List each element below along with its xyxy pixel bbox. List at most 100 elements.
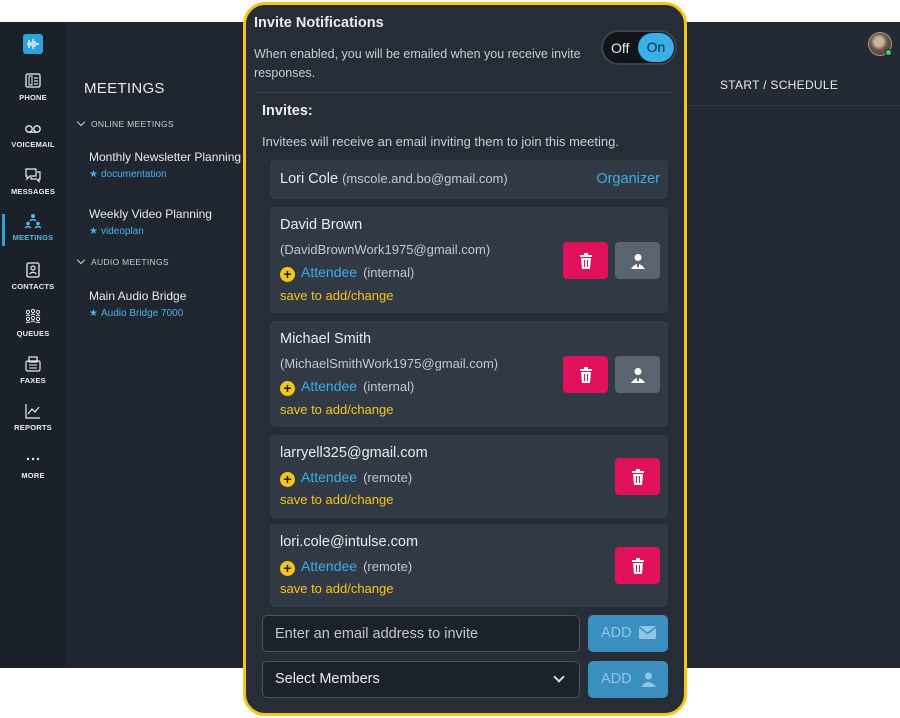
user-icon — [630, 253, 645, 269]
popup-title: Invite Notifications — [254, 15, 384, 31]
invitee-card: lori.cole@intulse.com + Attendee (remote) … — [270, 524, 668, 607]
meeting-item[interactable]: Weekly Video Planning ★ videoplan — [89, 207, 212, 237]
invitee-card: larryell325@gmail.com + Attendee (remote) … — [270, 435, 668, 518]
organizer-name: Lori Cole (mscole.and.bo@gmail.com) — [280, 171, 508, 187]
save-hint: save to add/change — [280, 492, 394, 507]
add-email-button[interactable]: ADD — [588, 615, 668, 652]
invites-subtitle: Invitees will receive an email inviting … — [262, 134, 619, 149]
invitee-email: (MichaelSmithWork1975@gmail.com) — [280, 356, 499, 371]
meeting-name: Weekly Video Planning — [89, 207, 212, 221]
contacts-icon — [26, 262, 40, 278]
nav-phone[interactable]: PHONE — [0, 72, 66, 116]
nav-label: PHONE — [19, 93, 47, 102]
add-member-button[interactable]: ADD — [588, 661, 668, 698]
nav-label: FAXES — [20, 376, 46, 385]
select-members-dropdown[interactable]: Select Members — [262, 661, 580, 698]
group-label: AUDIO MEETINGS — [91, 257, 169, 267]
organizer-role: Organizer — [596, 171, 660, 187]
invitee-user-button[interactable] — [615, 356, 660, 393]
star-icon: ★ — [89, 308, 98, 319]
meeting-tag-label: Audio Bridge 7000 — [100, 308, 184, 319]
online-status-dot — [885, 49, 892, 56]
phone-icon — [25, 73, 41, 88]
envelope-icon — [639, 626, 656, 639]
nav-queues[interactable]: QUEUES — [0, 308, 66, 352]
nav-label: MORE — [21, 471, 45, 480]
nav-meetings[interactable]: MEETINGS — [0, 212, 66, 256]
nav-voicemail[interactable]: VOICEMAIL — [0, 119, 66, 163]
meetings-icon — [24, 214, 42, 229]
delete-invitee-button[interactable] — [615, 547, 660, 584]
email-invite-field[interactable] — [262, 615, 580, 652]
role-type: (internal) — [363, 265, 415, 280]
nav-label: MEETINGS — [12, 233, 54, 242]
chevron-down-icon — [76, 117, 86, 127]
invitee-role[interactable]: + Attendee (internal) — [280, 264, 414, 282]
invitee-card: David Brown (DavidBrownWork1975@gmail.co… — [270, 207, 668, 313]
start-schedule-tab[interactable]: START / SCHEDULE — [720, 78, 838, 92]
user-icon — [641, 672, 656, 687]
popup-description: When enabled, you will be emailed when y… — [254, 47, 581, 80]
invitee-name: Michael Smith — [280, 331, 372, 347]
meeting-tag: ★ videoplan — [89, 226, 212, 237]
nav-reports[interactable]: REPORTS — [0, 402, 66, 446]
fax-icon — [25, 356, 41, 372]
nav-faxes[interactable]: FAXES — [0, 355, 66, 399]
meeting-tag-label: videoplan — [100, 226, 144, 237]
nav-label: MESSAGES — [10, 187, 56, 196]
nav-contacts[interactable]: CONTACTS — [0, 261, 66, 305]
avatar[interactable] — [868, 32, 892, 56]
invite-notifications-toggle[interactable]: Off On — [601, 30, 677, 65]
meeting-item[interactable]: Main Audio Bridge ★ Audio Bridge 7000 — [89, 289, 186, 319]
organizer-email: (mscole.and.bo@gmail.com) — [342, 171, 508, 186]
invitee-user-button[interactable] — [615, 242, 660, 279]
nav-label: CONTACTS — [11, 282, 55, 291]
role-type: (internal) — [363, 379, 415, 394]
star-icon: ★ — [89, 226, 98, 237]
invitee-role[interactable]: + Attendee (internal) — [280, 378, 414, 396]
divider — [254, 92, 674, 93]
trash-icon — [579, 252, 592, 269]
role-name: Attendee — [301, 378, 358, 394]
meetings-title: MEETINGS — [84, 80, 165, 97]
voicemail-icon — [25, 125, 41, 133]
role-type: (remote) — [363, 559, 413, 574]
email-invite-input[interactable] — [263, 616, 579, 651]
trash-icon — [631, 557, 644, 574]
online-meetings-group[interactable]: ONLINE MEETINGS — [76, 117, 174, 129]
invitee-name: larryell325@gmail.com — [280, 445, 428, 461]
role-name: Attendee — [301, 264, 358, 280]
queues-icon — [25, 308, 41, 324]
audio-meetings-group[interactable]: AUDIO MEETINGS — [76, 255, 169, 267]
delete-invitee-button[interactable] — [563, 242, 608, 279]
invitee-email: (DavidBrownWork1975@gmail.com) — [280, 242, 491, 257]
nav-messages[interactable]: MESSAGES — [0, 166, 66, 210]
invitee-role[interactable]: + Attendee (remote) — [280, 558, 412, 576]
meeting-item[interactable]: Monthly Newsletter Planning ★ documentati… — [89, 150, 241, 180]
plus-icon: + — [280, 381, 295, 396]
add-label: ADD — [601, 625, 632, 641]
role-name: Attendee — [301, 558, 358, 574]
meeting-tag: ★ documentation — [89, 169, 241, 180]
organizer-name-text: Lori Cole — [280, 171, 339, 187]
invitee-role[interactable]: + Attendee (remote) — [280, 469, 412, 487]
nav-more[interactable]: MORE — [0, 450, 66, 494]
more-icon — [26, 457, 40, 461]
messages-icon — [25, 168, 41, 183]
toggle-on-label: On — [638, 33, 674, 62]
star-icon: ★ — [89, 169, 98, 180]
chevron-down-icon — [76, 255, 86, 265]
delete-invitee-button[interactable] — [563, 356, 608, 393]
plus-icon: + — [280, 267, 295, 282]
invitee-card: Michael Smith (MichaelSmithWork1975@gmai… — [270, 321, 668, 427]
delete-invitee-button[interactable] — [615, 458, 660, 495]
trash-icon — [631, 468, 644, 485]
save-hint: save to add/change — [280, 402, 394, 417]
trash-icon — [579, 366, 592, 383]
chevron-down-icon — [553, 671, 565, 683]
save-hint: save to add/change — [280, 581, 394, 596]
select-members-value: Select Members — [275, 671, 380, 687]
app-logo-icon[interactable] — [23, 34, 43, 54]
role-name: Attendee — [301, 469, 358, 485]
plus-icon: + — [280, 472, 295, 487]
